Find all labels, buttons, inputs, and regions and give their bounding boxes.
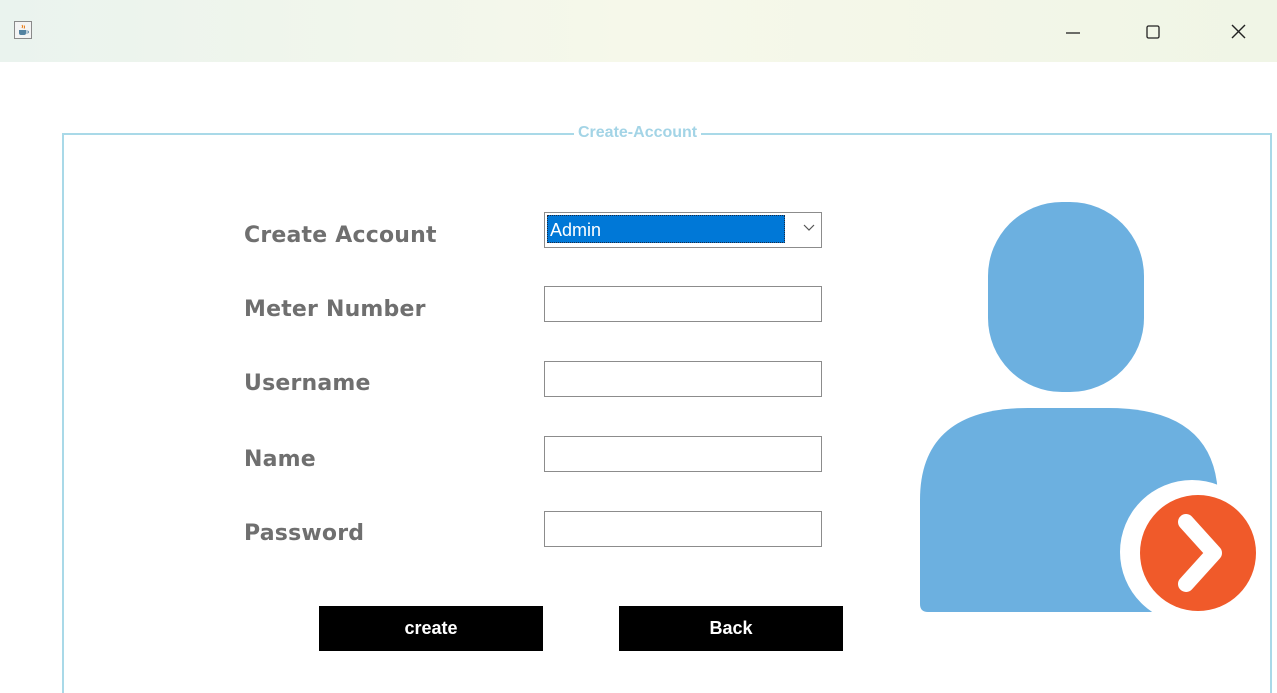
- title-bar: [0, 0, 1277, 62]
- close-button[interactable]: [1215, 16, 1261, 48]
- name-label: Name: [244, 447, 316, 472]
- name-field[interactable]: [544, 436, 822, 472]
- account-type-select[interactable]: Admin: [544, 212, 822, 248]
- username-label: Username: [244, 371, 371, 396]
- create-account-label: Create Account: [244, 223, 437, 248]
- password-field[interactable]: [544, 511, 822, 547]
- user-avatar-icon: [920, 202, 1264, 620]
- minimize-icon: [1066, 32, 1080, 34]
- close-icon: [1231, 24, 1246, 39]
- create-button[interactable]: create: [319, 606, 543, 651]
- maximize-button[interactable]: [1130, 16, 1176, 48]
- account-type-selected: Admin: [547, 215, 785, 243]
- meter-number-label: Meter Number: [244, 297, 426, 322]
- chevron-down-icon: [803, 224, 815, 231]
- back-button[interactable]: Back: [619, 606, 843, 651]
- panel-legend: Create-Account: [574, 124, 702, 142]
- minimize-button[interactable]: [1050, 16, 1096, 48]
- meter-number-field[interactable]: [544, 286, 822, 322]
- username-field[interactable]: [544, 361, 822, 397]
- java-app-icon[interactable]: [14, 21, 32, 39]
- arrow-right-circle-icon: [1140, 495, 1256, 611]
- maximize-icon: [1146, 25, 1160, 39]
- password-label: Password: [244, 521, 365, 546]
